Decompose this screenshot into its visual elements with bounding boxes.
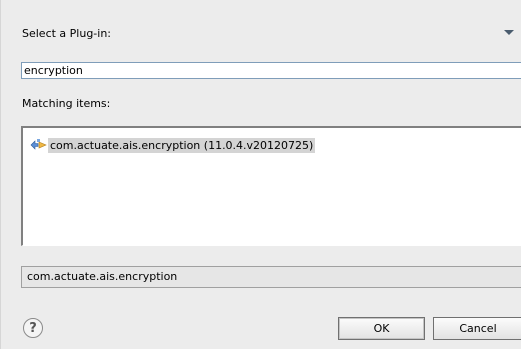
matching-items-label: Matching items: <box>22 97 111 110</box>
list-item[interactable]: com.actuate.ais.encryption (11.0.4.v2012… <box>29 137 316 153</box>
selected-plugin-status: com.actuate.ais.encryption <box>21 266 521 288</box>
list-item-label: com.actuate.ais.encryption (11.0.4.v2012… <box>48 137 316 153</box>
help-icon: ? <box>29 320 37 336</box>
chevron-down-icon[interactable] <box>504 30 514 35</box>
plugin-icon <box>30 139 47 150</box>
select-plugin-label: Select a Plug-in: <box>22 27 112 40</box>
filter-input[interactable] <box>21 62 521 79</box>
matching-items-list[interactable]: com.actuate.ais.encryption (11.0.4.v2012… <box>21 126 521 246</box>
cancel-button[interactable]: Cancel <box>433 317 521 340</box>
select-plugin-dialog: Select a Plug-in: Matching items: com.ac… <box>0 0 521 349</box>
help-button[interactable]: ? <box>23 318 43 338</box>
ok-button[interactable]: OK <box>338 317 425 340</box>
